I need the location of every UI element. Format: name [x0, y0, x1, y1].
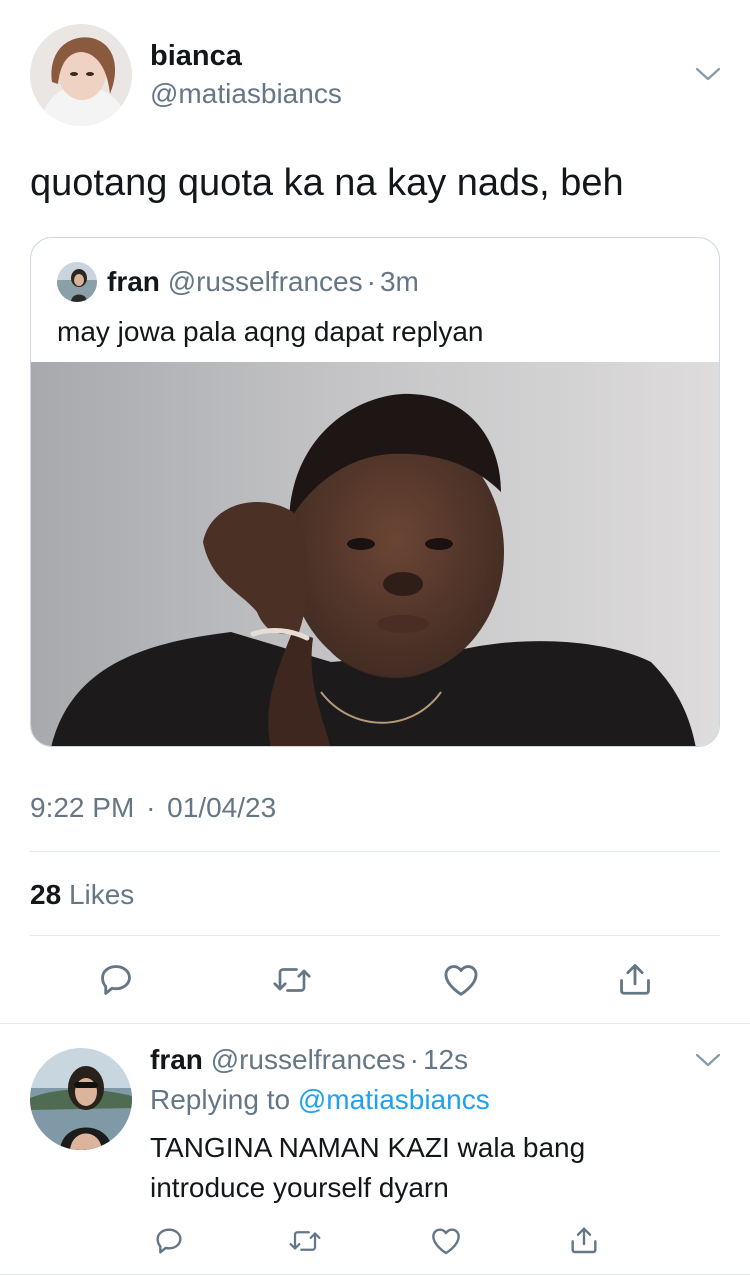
replying-to-handle[interactable]: @matiasbiancs	[298, 1084, 490, 1115]
likes-summary[interactable]: 28 Likes	[30, 879, 134, 911]
quoted-header: fran @russelfrances · 3m	[107, 266, 419, 298]
reply-reply-icon[interactable]	[152, 1224, 186, 1258]
reply-separator: ·	[409, 1044, 419, 1075]
likes-count: 28	[30, 879, 62, 910]
author-avatar[interactable]	[30, 24, 132, 126]
likes-label: Likes	[68, 879, 135, 910]
author-handle[interactable]: @matiasbiancs	[150, 78, 342, 110]
quoted-handle: @russelfrances	[167, 266, 363, 297]
author-display-name[interactable]: bianca	[150, 40, 242, 73]
divider-top	[30, 851, 720, 852]
replying-to: Replying to @matiasbiancs	[150, 1084, 490, 1116]
quoted-display-name: fran	[107, 266, 160, 297]
chevron-down-icon[interactable]	[694, 62, 722, 86]
divider-bottom	[30, 935, 720, 936]
like-icon[interactable]	[440, 960, 482, 1000]
reply-time: 12s	[422, 1044, 469, 1075]
tweet-timestamp: 9:22 PM · 01/04/23	[30, 792, 276, 824]
reply-handle[interactable]: @russelfrances	[211, 1044, 406, 1075]
reply-chevron-down-icon[interactable]	[694, 1048, 722, 1072]
reply-author-avatar[interactable]	[30, 1048, 132, 1150]
reply-text-line1: TANGINA NAMAN KAZI wala bang	[150, 1132, 586, 1163]
replying-to-label: Replying to	[150, 1084, 291, 1115]
bottom-divider	[0, 1274, 750, 1275]
section-divider	[0, 1023, 750, 1024]
reply-display-name[interactable]: fran	[150, 1044, 203, 1075]
quoted-tweet-image[interactable]	[31, 362, 719, 746]
timestamp-separator: ·	[146, 792, 156, 823]
tweet-time: 9:22 PM	[30, 792, 135, 823]
tweet-date: 01/04/23	[167, 792, 277, 823]
reply-like-icon[interactable]	[428, 1224, 464, 1258]
tweet-text: quotang quota ka na kay nads, beh	[30, 162, 624, 204]
quoted-tweet-card[interactable]: fran @russelfrances · 3m may jowa pala aqn…	[30, 237, 720, 747]
reply-header: fran @russelfrances · 12s	[150, 1044, 468, 1076]
retweet-icon[interactable]	[270, 960, 314, 1000]
quoted-time: 3m	[379, 266, 419, 297]
reply-retweet-icon[interactable]	[286, 1224, 324, 1258]
reply-share-icon[interactable]	[566, 1222, 602, 1258]
share-icon[interactable]	[614, 958, 656, 1000]
reply-text-line2: introduce yourself dyarn	[150, 1172, 449, 1203]
quoted-author-avatar	[57, 262, 97, 302]
quoted-tweet-text: may jowa pala aqng dapat replyan	[57, 316, 484, 347]
reply-icon[interactable]	[96, 960, 136, 1000]
quoted-separator: ·	[366, 266, 376, 297]
